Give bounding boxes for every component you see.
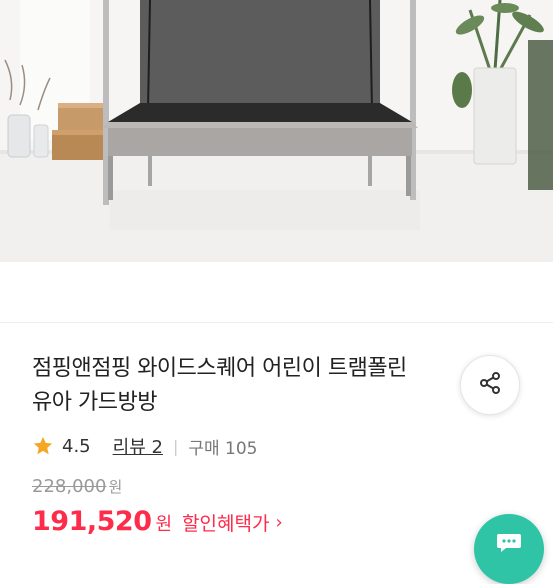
chevron-right-icon: › (275, 512, 283, 533)
share-button[interactable] (460, 355, 520, 415)
product-photo[interactable] (0, 0, 553, 262)
discount-benefit-label: 할인혜택가 (182, 513, 270, 535)
rating-row: 4.5 리뷰 2 | 구매 105 (32, 432, 257, 460)
sale-price-value: 191,520 (32, 506, 152, 537)
section-divider (0, 322, 553, 323)
purchase-count: 구매 105 (188, 438, 258, 459)
discount-benefit-link[interactable]: 할인혜택가 › (182, 509, 283, 536)
chat-icon (496, 532, 522, 558)
photo-bottom-spacer (0, 262, 553, 324)
product-title: 점핑앤점핑 와이드스퀘어 어린이 트램폴린 유아 가드방방 (32, 356, 407, 415)
rating-separator: | (172, 436, 179, 456)
product-photo-illustration (0, 0, 553, 262)
original-price-unit: 원 (108, 478, 123, 496)
rating-score: 4.5 (62, 435, 91, 457)
share-icon (478, 371, 502, 399)
star-icon (32, 435, 54, 457)
review-count-link[interactable]: 리뷰 2 (113, 433, 163, 459)
sale-price-unit: 원 (155, 514, 173, 535)
original-price-value: 228,000 (32, 476, 107, 497)
floating-chat-button[interactable] (474, 514, 544, 584)
original-price: 228,000 원 (32, 476, 122, 497)
wooden-boxes (52, 103, 108, 160)
sale-price-row: 191,520 원 할인혜택가 › (32, 506, 283, 537)
